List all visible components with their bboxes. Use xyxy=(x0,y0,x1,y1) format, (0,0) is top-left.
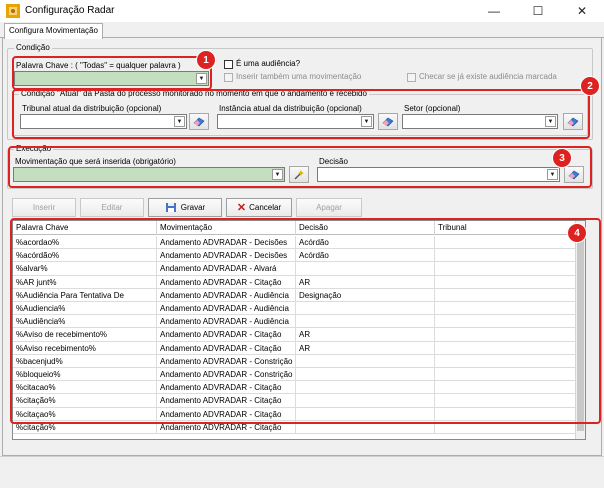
gravar-button[interactable]: Gravar xyxy=(148,198,222,217)
x-icon: ✕ xyxy=(236,202,247,214)
highlight-box-4 xyxy=(10,218,601,424)
editar-button[interactable]: Editar xyxy=(80,198,144,217)
audiencia-label: É uma audiência? xyxy=(236,59,301,68)
badge-1: 1 xyxy=(196,50,216,70)
highlight-box-1 xyxy=(12,56,212,90)
checar-audiencia-checkbox[interactable] xyxy=(407,73,416,82)
status-bar xyxy=(0,456,604,488)
inserir-label: Inserir xyxy=(32,203,56,212)
gravar-label: Gravar xyxy=(180,203,206,212)
app-icon xyxy=(6,4,20,18)
save-icon xyxy=(165,203,176,212)
apagar-label: Apagar xyxy=(316,203,342,212)
cancelar-button[interactable]: ✕ Cancelar xyxy=(226,198,292,217)
highlight-box-3 xyxy=(8,146,592,188)
condicao-group-title: Condição xyxy=(14,43,52,52)
inserir-movimentacao-checkbox[interactable] xyxy=(224,73,233,82)
maximize-icon: ☐ xyxy=(532,4,544,18)
editar-label: Editar xyxy=(101,203,123,212)
checar-audiencia-label: Checar se já existe audiência marcada xyxy=(419,72,557,81)
minimize-button[interactable]: — xyxy=(472,0,516,22)
cancelar-label: Cancelar xyxy=(249,203,282,212)
close-button[interactable]: ✕ xyxy=(560,0,604,22)
inserir-button[interactable]: Inserir xyxy=(12,198,76,217)
badge-3: 3 xyxy=(552,148,572,168)
minimize-icon: — xyxy=(488,4,500,18)
apagar-button[interactable]: Apagar xyxy=(296,198,362,217)
inserir-movimentacao-label: Inserir também uma movimentação xyxy=(236,72,362,81)
audiencia-checkbox[interactable] xyxy=(224,60,233,69)
close-icon: ✕ xyxy=(576,4,588,18)
badge-4: 4 xyxy=(567,223,587,243)
highlight-box-2 xyxy=(12,89,590,139)
window-title: Configuração Radar xyxy=(25,5,115,16)
tab-configura-movimentacao[interactable]: Configura Movimentação xyxy=(4,23,103,39)
maximize-button[interactable]: ☐ xyxy=(516,0,560,22)
title-bar: Configuração Radar — ☐ ✕ xyxy=(0,0,604,22)
badge-2: 2 xyxy=(580,76,600,96)
